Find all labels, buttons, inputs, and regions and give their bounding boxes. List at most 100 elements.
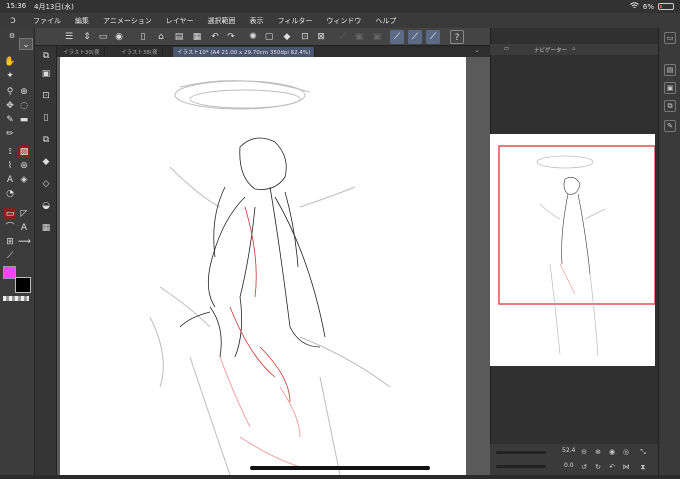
eraser-subtool-icon[interactable]: ◇ bbox=[40, 178, 52, 190]
zoom-in-icon[interactable]: ⊕ bbox=[593, 447, 603, 457]
airbrush-tool-icon[interactable]: ◔ bbox=[4, 188, 16, 200]
actual-size-icon[interactable]: ◎ bbox=[621, 447, 631, 457]
correction-tool-icon[interactable]: ⟋ bbox=[4, 250, 16, 262]
text-tool-2-icon[interactable]: A bbox=[18, 222, 30, 234]
ruler-icon[interactable]: ⟋ bbox=[336, 30, 350, 44]
color-slider-panel-icon[interactable]: ▣ bbox=[664, 82, 676, 94]
far-right-strip: ▭ ▤ ▣ ⧉ ✎ bbox=[658, 28, 680, 475]
transparent-color-swatch[interactable] bbox=[3, 296, 29, 301]
zoom-slider[interactable] bbox=[496, 451, 546, 454]
blend-tool-icon[interactable]: ⌇ bbox=[4, 160, 16, 172]
tab-illust38[interactable]: イラスト38(夜 bbox=[117, 47, 163, 57]
transform-icon[interactable]: ⊡ bbox=[298, 30, 312, 44]
clear-icon[interactable]: ✺ bbox=[246, 30, 260, 44]
fill-icon[interactable]: ◆ bbox=[280, 30, 294, 44]
eraser-tool-icon[interactable]: ▬ bbox=[18, 114, 30, 126]
menu-view[interactable]: 表示 bbox=[243, 16, 271, 26]
ruler-snap-icon[interactable]: ▣ bbox=[352, 30, 366, 44]
zoom-tool-icon[interactable]: ⚲ bbox=[4, 86, 16, 98]
record-icon[interactable]: ◉ bbox=[112, 30, 126, 44]
undo-icon[interactable]: ↶ bbox=[208, 30, 222, 44]
magic-wand-icon[interactable]: ✦ bbox=[4, 70, 16, 82]
navigator-preview[interactable] bbox=[490, 134, 656, 366]
tool-palette: ⚙ ⌄ ✋ ✦ ⚲ ⊕ ✥ ◌ ✎ ▬ ✏ ⟟ ▧ ⌇ ⊛ A ◈ ◔ ▭ ◸ … bbox=[0, 28, 35, 475]
hand-tool-icon[interactable]: ✋ bbox=[4, 56, 16, 68]
navigator-thumbnail bbox=[498, 145, 656, 357]
view-frame bbox=[498, 145, 656, 305]
ruler-tool-icon[interactable]: ◸ bbox=[18, 208, 30, 220]
redo-icon[interactable]: ↷ bbox=[224, 30, 238, 44]
flip-horizontal-icon[interactable]: ⋈ bbox=[621, 462, 631, 472]
fit-screen-icon[interactable]: ⤡ bbox=[638, 447, 648, 457]
status-bar: 15:36 4月13日(水) 6% bbox=[0, 0, 680, 13]
decoration-tool-icon[interactable]: ▧ bbox=[18, 146, 30, 158]
snap-grid-icon[interactable]: ⟋ bbox=[426, 30, 440, 44]
frame-tool-icon[interactable]: ⌒ bbox=[4, 222, 16, 234]
menu-selection[interactable]: 選択範囲 bbox=[201, 16, 243, 26]
brush-size-icon[interactable]: ▯ bbox=[40, 112, 52, 124]
layer-property-icon[interactable]: ▣ bbox=[40, 68, 52, 80]
battery-percent: 6% bbox=[642, 2, 654, 11]
menu-animation[interactable]: アニメーション bbox=[96, 16, 159, 26]
menu-layer[interactable]: レイヤー bbox=[159, 16, 201, 26]
crop-icon[interactable]: ⊠ bbox=[314, 30, 328, 44]
navigator-controls: 52.4 ⊖ ⊕ ◉ ◎ ⤡ 0.0 ↺ ↻ ↶ ⋈ ⧗ bbox=[490, 444, 658, 475]
eyedropper-zoom-icon[interactable]: ⊕ bbox=[18, 86, 30, 98]
tab-illust30[interactable]: イラスト30(夜 bbox=[59, 47, 105, 57]
move-tool-icon[interactable]: ✥ bbox=[4, 100, 16, 112]
sub-color-swatch[interactable] bbox=[15, 277, 31, 293]
rotation-slider[interactable] bbox=[496, 465, 546, 468]
tool-property-panel-icon[interactable]: ✎ bbox=[664, 120, 676, 132]
menu-toggle-icon[interactable]: ☰ bbox=[62, 30, 76, 44]
quick-access-icon[interactable]: ▦ bbox=[190, 30, 204, 44]
menu-edit[interactable]: 編集 bbox=[68, 16, 96, 26]
open-folder-icon[interactable]: ⌂ bbox=[154, 30, 168, 44]
eyedropper-icon[interactable]: ⟟ bbox=[4, 146, 16, 158]
canvas-settings-icon[interactable]: ▭ bbox=[96, 30, 110, 44]
blend-subtool-icon[interactable]: ◒ bbox=[40, 200, 52, 212]
menu-window[interactable]: ウィンドウ bbox=[319, 16, 368, 26]
navigator-panel-icon[interactable]: ▭ bbox=[504, 46, 509, 52]
fill-tool-icon[interactable]: ⊛ bbox=[18, 160, 30, 172]
layout-toggle-icon[interactable]: ⇕ bbox=[80, 30, 94, 44]
layer-stack-icon[interactable]: ⧉ bbox=[40, 134, 52, 146]
help-icon[interactable]: ? bbox=[450, 30, 464, 44]
color-wheel-panel-icon[interactable]: ▤ bbox=[664, 64, 676, 76]
snap-ruler-icon[interactable]: ⟋ bbox=[390, 30, 404, 44]
ruler-snap2-icon[interactable]: ▣ bbox=[370, 30, 384, 44]
collapse-icon[interactable]: ⌄ bbox=[474, 46, 480, 54]
snap-special-ruler-icon[interactable]: ⟋ bbox=[408, 30, 422, 44]
reset-rotation-icon[interactable]: ↶ bbox=[607, 462, 617, 472]
layers-icon[interactable]: ⧉ bbox=[40, 50, 52, 62]
gradient-tool-icon[interactable]: ◈ bbox=[18, 174, 30, 186]
lasso-tool-icon[interactable]: ◌ bbox=[18, 100, 30, 112]
menu-help[interactable]: ヘルプ bbox=[368, 16, 403, 26]
balloon-tool-icon[interactable]: ⟿ bbox=[18, 236, 31, 248]
tab-label: イラスト38(夜 bbox=[121, 50, 158, 56]
text-tool-icon[interactable]: A bbox=[4, 174, 16, 186]
subtool-icon[interactable]: ⊡ bbox=[40, 90, 52, 102]
rotate-right-icon[interactable]: ↻ bbox=[593, 462, 603, 472]
palette-toggle-icon[interactable]: ⌄ bbox=[19, 38, 33, 50]
material-icon[interactable]: ▦ bbox=[40, 222, 52, 234]
zoom-out-icon[interactable]: ⊖ bbox=[579, 447, 589, 457]
canvas-paper[interactable] bbox=[60, 57, 466, 476]
fit-view-icon[interactable]: ◉ bbox=[607, 447, 617, 457]
menu-filter[interactable]: フィルター bbox=[271, 16, 320, 26]
brush-tool-icon[interactable]: ✏ bbox=[4, 128, 16, 140]
panel-settings-icon[interactable]: ▭ bbox=[664, 32, 676, 44]
paint-bucket-icon[interactable]: ◆ bbox=[40, 156, 52, 168]
tab-illust10[interactable]: イラスト10* (A4 21.00 x 29.70cm 350dpi 62.4%… bbox=[173, 47, 316, 57]
subview-icon[interactable]: ⌂ bbox=[572, 46, 576, 52]
layer-panel-icon[interactable]: ⧉ bbox=[664, 100, 676, 112]
pen-tool-icon[interactable]: ✎ bbox=[4, 114, 16, 126]
clip-studio-logo-icon[interactable]: ↄ bbox=[0, 15, 26, 26]
figure-tool-icon[interactable]: ▭ bbox=[4, 208, 16, 220]
flip-vertical-icon[interactable]: ⧗ bbox=[638, 462, 648, 472]
menu-file[interactable]: ファイル bbox=[26, 16, 68, 26]
save-icon[interactable]: ▤ bbox=[172, 30, 186, 44]
new-file-icon[interactable]: ▯ bbox=[136, 30, 150, 44]
rotate-left-icon[interactable]: ↺ bbox=[579, 462, 589, 472]
delete-icon[interactable]: ▢ bbox=[262, 30, 276, 44]
panel-tool-icon[interactable]: ⊞ bbox=[4, 236, 16, 248]
